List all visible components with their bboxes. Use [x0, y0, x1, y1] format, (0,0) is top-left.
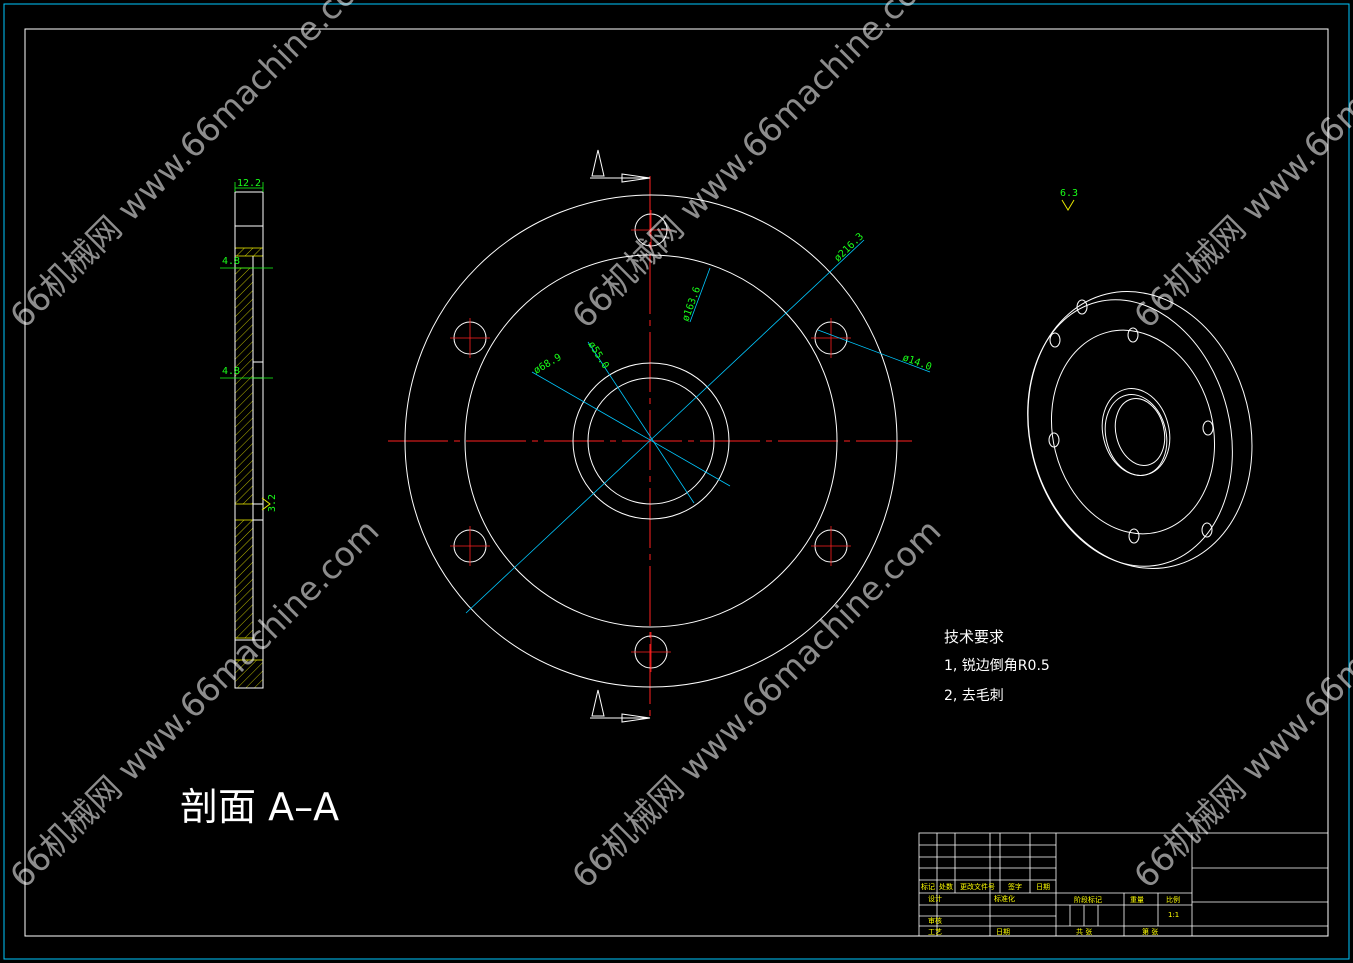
dim-bore-outer: ø68.9 — [532, 352, 564, 377]
watermark: 66机械网 www.66machine.com — [564, 511, 948, 895]
svg-text:处数: 处数 — [939, 882, 953, 891]
roughness-value: 6.3 — [1060, 188, 1078, 199]
dim-side-thread: 3.2 — [267, 494, 278, 512]
svg-text:共 张: 共 张 — [1076, 927, 1092, 936]
roughness-symbol: 6.3 — [1060, 188, 1078, 211]
dim-hole-dia: ø14.0 — [901, 352, 933, 373]
watermark: 66机械网 www.66machine.com — [2, 511, 386, 895]
section-hatch-upper — [234, 267, 254, 505]
dim-bore-inner: ø55.0 — [585, 340, 610, 371]
section-hatch-top — [234, 247, 264, 257]
svg-text:1:1: 1:1 — [1168, 911, 1179, 919]
svg-text:工艺: 工艺 — [928, 928, 942, 936]
title-block-text: 标记 处数 更改文件号 签字 日期 设计 标准化 审核 工艺 日期 阶段标记 重… — [921, 882, 1180, 936]
section-title: 剖面 A–A — [180, 785, 339, 829]
watermark: 66机械网 www.66machine.com — [1126, 0, 1353, 336]
dim-side-width: 12.2 — [237, 178, 261, 189]
svg-text:比例: 比例 — [1166, 895, 1180, 904]
svg-text:重量: 重量 — [1130, 896, 1144, 904]
section-arrow-bottom — [590, 689, 651, 723]
svg-text:标记: 标记 — [921, 882, 935, 891]
svg-text:审核: 审核 — [928, 916, 942, 925]
dim-side-step-mid: 4.8 — [222, 366, 240, 377]
svg-text:设计: 设计 — [928, 894, 942, 903]
notes-title: 技术要求 — [944, 628, 1004, 646]
svg-text:标准化: 标准化 — [994, 894, 1015, 903]
watermark: 66机械网 www.66machine.com — [1126, 511, 1353, 895]
watermark: 66机械网 www.66machine.com — [564, 0, 948, 336]
svg-text:第 张: 第 张 — [1142, 927, 1158, 936]
notes-line-1: 1, 锐边倒角R0.5 — [944, 658, 1050, 674]
svg-text:日期: 日期 — [1036, 883, 1050, 891]
section-arrow-top — [590, 149, 651, 183]
svg-text:签字: 签字 — [1008, 882, 1022, 891]
technical-notes: 技术要求 1, 锐边倒角R0.5 2, 去毛刺 — [944, 628, 1050, 704]
iso-bolt-holes — [1048, 299, 1214, 544]
cad-drawing-canvas: 12.2 4.8 4.8 3.2 剖面 A–A ø216.3 ø163.6 ø1… — [2, 0, 1353, 960]
svg-text:日期: 日期 — [996, 928, 1010, 936]
watermark: 66机械网 www.66machine.com — [2, 0, 386, 336]
leader-outer-dia — [465, 239, 865, 614]
dim-side-step-top: 4.8 — [222, 256, 240, 267]
dim-outer-dia: ø216.3 — [832, 231, 866, 264]
dim-pitch-dia: ø163.6 — [680, 285, 703, 323]
svg-text:更改文件号: 更改文件号 — [960, 882, 995, 891]
svg-text:阶段标记: 阶段标记 — [1074, 895, 1102, 904]
watermarks: 66机械网 www.66machine.com 66机械网 www.66mach… — [2, 0, 1353, 896]
notes-line-2: 2, 去毛刺 — [944, 688, 1004, 704]
leader-bore-outer — [531, 371, 731, 487]
